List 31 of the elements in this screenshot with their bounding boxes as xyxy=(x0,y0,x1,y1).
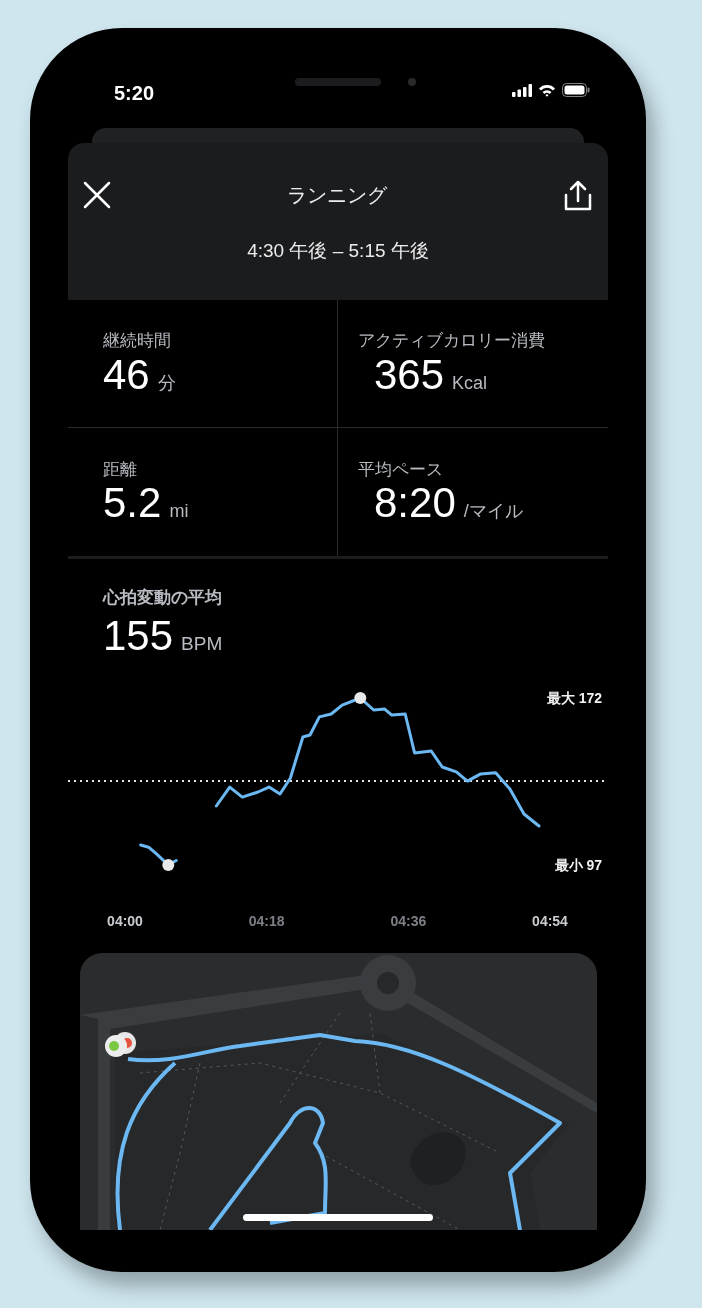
stat-unit: Kcal xyxy=(452,371,488,395)
stat-unit: /マイル xyxy=(463,500,523,524)
stat-value: 46 xyxy=(103,353,150,396)
close-button[interactable] xyxy=(82,180,112,210)
heart-rate-title: 心拍変動の平均 xyxy=(101,587,223,609)
battery-icon xyxy=(562,83,590,97)
max-marker xyxy=(354,692,367,704)
time-label: 04:00 xyxy=(107,913,143,929)
stat-label: 平均ペース xyxy=(358,458,444,481)
stat-unit: mi xyxy=(169,500,189,524)
time-label: 04:36 xyxy=(390,913,427,929)
stat-unit: 分 xyxy=(157,371,176,395)
time-range: 4:30 午後 – 5:15 午後 xyxy=(247,239,429,263)
workout-title: ランニング xyxy=(287,183,387,208)
stat-value: 5.2 xyxy=(103,482,162,525)
status-time: 5:20 xyxy=(114,83,155,103)
stat-label: 継続時間 xyxy=(103,330,172,352)
signal-icon xyxy=(512,83,532,97)
time-label: 04:18 xyxy=(248,913,285,929)
max-label: 最大 172 xyxy=(546,690,602,706)
wifi-icon xyxy=(538,83,556,97)
stat-label: 距離 xyxy=(103,458,138,481)
min-marker xyxy=(162,859,175,871)
stat-label: アクティブカロリー消費 xyxy=(358,330,546,352)
min-label: 最小 97 xyxy=(554,857,602,873)
time-label: 04:54 xyxy=(532,913,568,929)
stat-value: 8:20 xyxy=(374,482,456,525)
share-button[interactable] xyxy=(562,179,594,211)
stat-value: 365 xyxy=(374,353,445,396)
heart-rate-unit: BPM xyxy=(181,631,223,656)
heart-rate-value: 155 xyxy=(103,614,174,657)
